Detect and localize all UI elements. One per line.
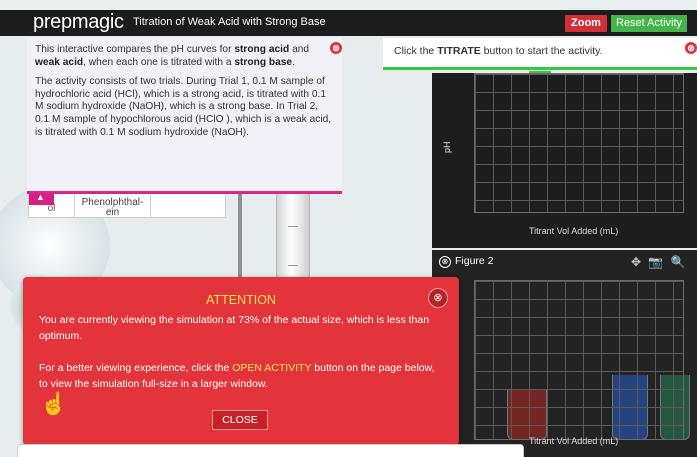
message-part: For a better viewing experience, click t… [39,362,233,374]
instruction-part: button to start the activity. [480,45,603,57]
intro-text: . [292,56,295,68]
burette-graduation [288,226,298,266]
x-axis-label: Titrant Vol Added (mL) [529,436,619,446]
pan-icon[interactable]: ✥ [631,255,641,269]
camera-icon[interactable]: 📷 [648,255,663,269]
zoom-button[interactable]: Zoom [565,15,607,32]
close-dialog-icon[interactable]: ⊗ [428,288,448,308]
intro-text: , when each one is titrated with a [83,56,235,68]
close-icon[interactable]: ⊗ [439,256,451,268]
app-root: prepmagic Titration of Weak Acid with St… [0,0,697,457]
close-intro-icon[interactable]: ⊗ [330,42,342,54]
graph-grid [474,280,684,440]
figure-label: Figure 2 [455,255,494,267]
open-activity-keyword: OPEN ACTIVITY [232,362,312,374]
attention-heading: ATTENTION [206,293,276,307]
intro-bold-weak-acid: weak acid [35,56,84,68]
graph-grid [474,73,684,213]
bottom-bar[interactable] [17,444,524,457]
zoom-in-icon[interactable]: 🔍 [671,255,686,269]
reset-activity-button[interactable]: Reset Activity [611,15,688,32]
x-axis-label: Titrant Vol Added (mL) [529,226,619,236]
intro-bold-strong-acid: strong acid [234,44,290,55]
close-icon: ⊗ [433,292,443,304]
intro-panel: This interactive compares the pH curves … [27,38,342,194]
instruction-text: Click the TITRATE button to start the ac… [394,45,603,57]
activity-title: Titration of Weak Acid with Strong Base [133,16,326,28]
indicator-name: Phenolphthal- ein [81,197,144,218]
instruction-bar: Click the TITRATE button to start the ac… [383,38,697,83]
close-icon: ⊗ [332,43,340,53]
ph-graph-panel: pH Titrant Vol Added (mL) [432,73,697,248]
indicator-table: ol Phenolphthal- ein ▲ [28,190,226,218]
close-button[interactable]: CLOSE [212,410,268,430]
intro-text: This interactive compares the pH curves … [35,44,235,55]
close-icon: ⊗ [687,43,695,53]
intro-text: and [289,44,310,55]
intro-paragraph-2: The activity consists of two trials. Dur… [35,76,332,138]
figure-2-panel: ⊗ Figure 2 ✥ 📷 🔍 Titrant Vol Added (mL) [432,250,697,457]
intro-bold-strong-base: strong base [234,56,293,68]
attention-message-1: You are currently viewing the simulation… [39,314,430,342]
table-cell-indicator: Phenolphthal- ein [75,191,151,218]
graph-toolbar: ✥ 📷 🔍 [627,255,686,269]
intro-paragraph-1: This interactive compares the pH curves … [35,44,334,69]
figure-header: ⊗ Figure 2 [439,255,494,268]
prepmagic-logo: prepmagic [33,11,124,33]
y-axis-label: pH [442,141,452,153]
attention-dialog: ATTENTION You are currently viewing the … [23,277,459,445]
pointing-hand-icon: ☝ [40,391,68,416]
attention-message-2: For a better viewing experience, click t… [39,360,444,392]
close-instructions-icon[interactable]: ⊗ [685,42,697,54]
titrate-keyword: TITRATE [437,45,481,57]
instruction-part: Click the [394,45,438,57]
top-bar: prepmagic Titration of Weak Acid with St… [0,10,697,36]
